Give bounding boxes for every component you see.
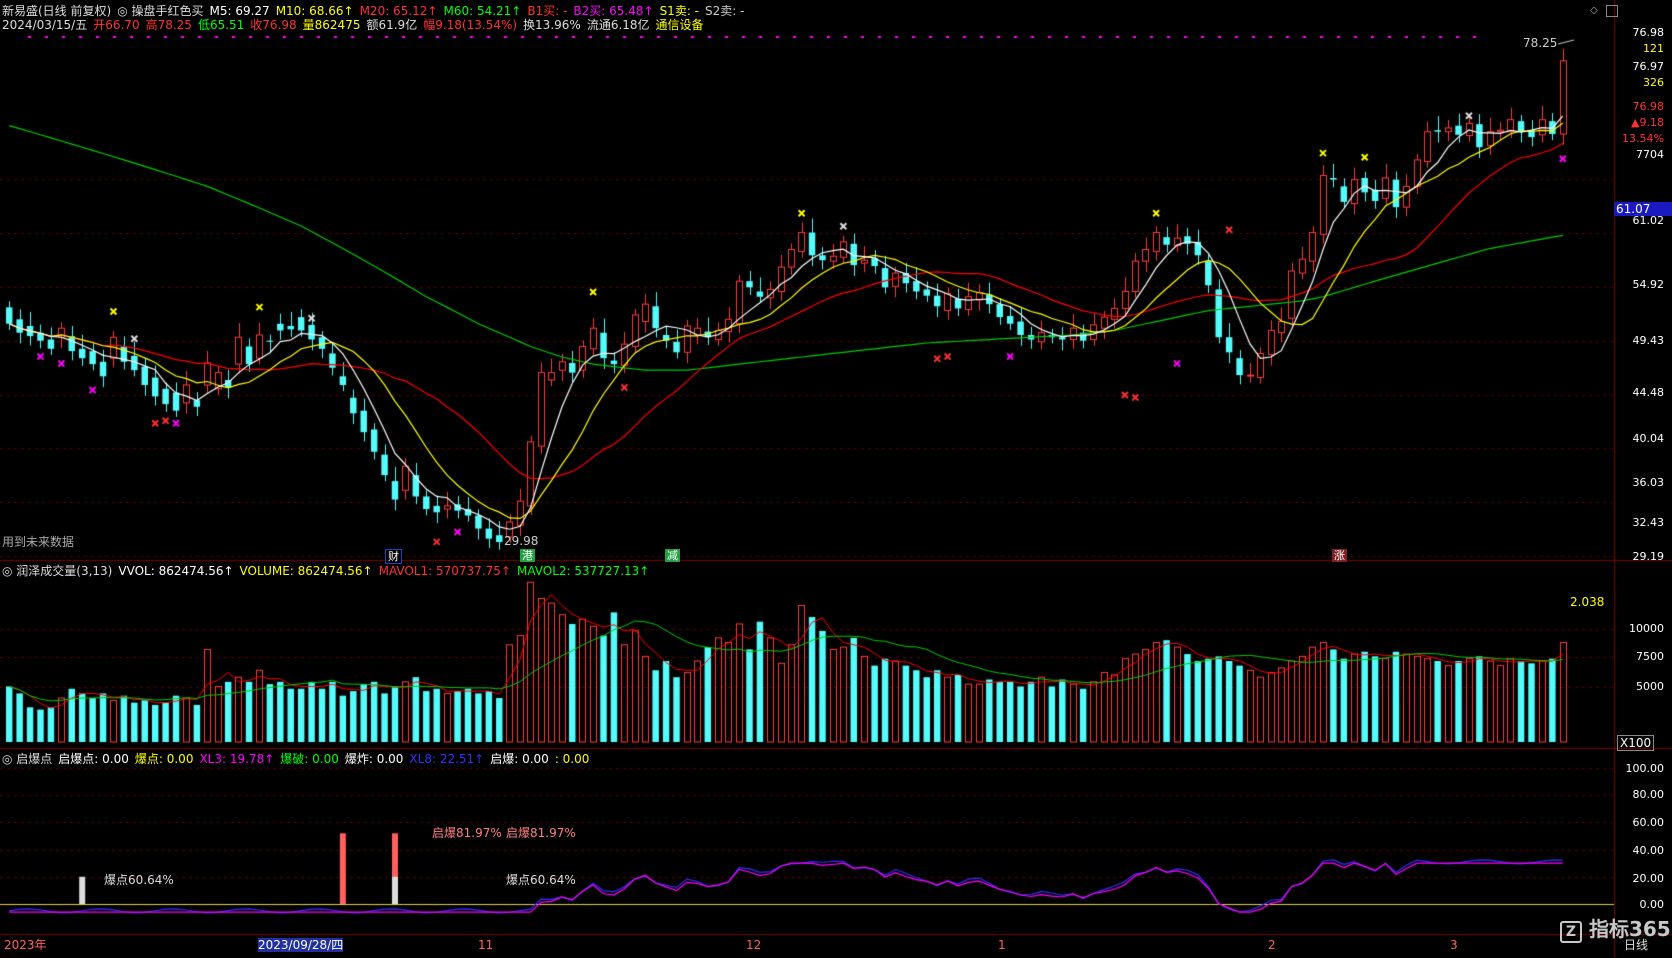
ind-hdr-item-5: 爆炸: 0.00 bbox=[344, 752, 404, 766]
price-axis-label-9: 54.92 bbox=[1632, 278, 1665, 291]
hdr1-item-0: 新易盛(日线 前复权) bbox=[2, 4, 112, 18]
current-price-tag: 61.07 bbox=[1614, 202, 1672, 216]
diamond-icon[interactable]: ◇ bbox=[1588, 5, 1600, 17]
event-tag-rise[interactable]: 涨 bbox=[1332, 549, 1347, 562]
vol-hdr-item-1: VVOL: 862474.56↑ bbox=[118, 564, 234, 578]
hdr2-item-0: 2024/03/15/五 bbox=[2, 18, 88, 32]
price-axis-label-14: 32.43 bbox=[1632, 516, 1665, 529]
price-axis-label-7: 7704 bbox=[1636, 148, 1664, 161]
low-price-mark: 29.98 bbox=[504, 534, 539, 548]
hdr1-item-8: S1卖: - bbox=[659, 4, 700, 18]
event-tag-reduce[interactable]: 减 bbox=[665, 549, 680, 562]
vol-hdr-item-2: VOLUME: 862474.56↑ bbox=[239, 564, 373, 578]
price-header-line2: 2024/03/15/五 开66.70 高78.25 低65.51 收76.98 量862… bbox=[2, 18, 710, 32]
annotation-boom-left: 爆点60.64% bbox=[104, 873, 174, 887]
price-axis-label-2: 76.97 bbox=[1632, 60, 1665, 73]
volume-ratio-label: 2.038 bbox=[1570, 595, 1605, 609]
time-label-0: 2023年 bbox=[4, 938, 47, 952]
stock-chart-canvas[interactable] bbox=[0, 0, 1672, 958]
price-axis-label-4: 76.98 bbox=[1632, 100, 1665, 113]
ind-hdr-item-8: : 0.00 bbox=[554, 752, 590, 766]
price-axis-label-6: 13.54% bbox=[1622, 132, 1664, 145]
time-label-4: 1 bbox=[998, 938, 1006, 952]
future-data-note: 用到未来数据 bbox=[2, 535, 75, 549]
time-label-1: 2023/09/28/四 bbox=[258, 938, 344, 952]
time-label-6: 3 bbox=[1450, 938, 1458, 952]
window-toggle-icon[interactable] bbox=[1606, 5, 1618, 17]
hdr1-item-7: B2买: 65.48↑ bbox=[573, 4, 654, 18]
ind-hdr-item-2: 爆点: 0.00 bbox=[134, 752, 194, 766]
ind-axis-label-0: 100.00 bbox=[1625, 762, 1665, 775]
time-label-2: 11 bbox=[478, 938, 494, 952]
hdr2-item-9: 流通6.18亿 bbox=[586, 18, 650, 32]
hdr1-item-4: M20: 65.12↑ bbox=[359, 4, 438, 18]
price-axis-label-3: 326 bbox=[1643, 76, 1664, 89]
high-price-mark: 78.25 bbox=[1523, 36, 1558, 50]
time-label-3: 12 bbox=[746, 938, 762, 952]
price-axis-label-1: 121 bbox=[1643, 42, 1664, 55]
ind-hdr-item-6: XL8: 22.51↑ bbox=[409, 752, 485, 766]
volume-header: ◎ 润泽成交量(3,13) VVOL: 862474.56↑ VOLUME: 862… bbox=[2, 564, 655, 578]
annotation-boom-right: 爆点60.64% bbox=[506, 873, 576, 887]
ind-hdr-item-4: 爆破: 0.00 bbox=[280, 752, 339, 766]
annotation-start-2: 启爆81.97% bbox=[506, 826, 576, 840]
ind-hdr-item-0: ◎ 启爆点 bbox=[2, 752, 53, 766]
hdr2-item-3: 低65.51 bbox=[197, 18, 245, 32]
ind-axis-label-4: 20.00 bbox=[1632, 872, 1665, 885]
ind-axis-label-1: 80.00 bbox=[1632, 788, 1665, 801]
ind-axis-label-5: 0.00 bbox=[1639, 898, 1665, 911]
ind-hdr-item-7: 启爆: 0.00 bbox=[490, 752, 549, 766]
ind-hdr-item-3: XL3: 19.78↑ bbox=[199, 752, 275, 766]
hdr2-item-2: 高78.25 bbox=[145, 18, 192, 32]
price-axis-label-10: 49.43 bbox=[1632, 334, 1665, 347]
hdr1-item-3: M10: 68.66↑ bbox=[275, 4, 354, 18]
hdr2-item-6: 额61.9亿 bbox=[366, 18, 418, 32]
hdr1-item-2: M5: 69.27 bbox=[209, 4, 270, 18]
vol-hdr-item-0: ◎ 润泽成交量(3,13) bbox=[2, 564, 113, 578]
hdr2-item-1: 开66.70 bbox=[93, 18, 140, 32]
ind-axis-label-3: 40.00 bbox=[1632, 844, 1665, 857]
vol-hdr-item-4: MAVOL2: 537727.13↑ bbox=[516, 564, 650, 578]
hdr1-item-9: S2卖: - bbox=[705, 4, 745, 18]
ind-hdr-item-1: 启爆点: 0.00 bbox=[58, 752, 129, 766]
hdr1-item-6: B1买: - bbox=[527, 4, 568, 18]
watermark-logo-icon: Z bbox=[1560, 921, 1582, 943]
hdr2-item-5: 量862475 bbox=[302, 18, 361, 32]
price-axis-label-0: 76.98 bbox=[1632, 26, 1665, 39]
vol-axis-label-2: 5000 bbox=[1636, 680, 1664, 693]
hdr1-item-1: ◎ 操盘手红色买 bbox=[117, 4, 204, 18]
event-tag-finance[interactable]: 财 bbox=[385, 549, 402, 564]
price-axis-label-5: ▲9.18 bbox=[1631, 116, 1664, 129]
event-tag-hk[interactable]: 港 bbox=[520, 549, 535, 562]
hdr2-item-8: 换13.96% bbox=[523, 18, 581, 32]
vol-axis-label-1: 7500 bbox=[1636, 650, 1664, 663]
volume-unit: X100 bbox=[1617, 735, 1655, 751]
price-axis-label-15: 29.19 bbox=[1632, 550, 1665, 563]
price-axis-label-12: 40.04 bbox=[1632, 432, 1665, 445]
price-axis-label-13: 36.03 bbox=[1632, 476, 1665, 489]
hdr2-item-10: 通信设备 bbox=[655, 18, 704, 32]
indicator-header: ◎ 启爆点 启爆点: 0.00 爆点: 0.00 XL3: 19.78↑ 爆破: 0.0… bbox=[2, 752, 595, 766]
price-axis-label-11: 44.48 bbox=[1632, 386, 1665, 399]
watermark: Z 指标365 bbox=[1560, 918, 1671, 943]
price-header-line1: 新易盛(日线 前复权) ◎ 操盘手红色买 M5: 69.27 M10: 68.66↑ M… bbox=[2, 4, 750, 18]
hdr2-item-7: 幅9.18(13.54%) bbox=[423, 18, 518, 32]
vol-hdr-item-3: MAVOL1: 570737.75↑ bbox=[378, 564, 511, 578]
time-label-5: 2 bbox=[1268, 938, 1276, 952]
hdr1-item-5: M60: 54.21↑ bbox=[443, 4, 522, 18]
vol-axis-label-0: 10000 bbox=[1629, 622, 1664, 635]
hdr2-item-4: 收76.98 bbox=[250, 18, 297, 32]
annotation-start-1: 启爆81.97% bbox=[432, 826, 502, 840]
ind-axis-label-2: 60.00 bbox=[1632, 816, 1665, 829]
